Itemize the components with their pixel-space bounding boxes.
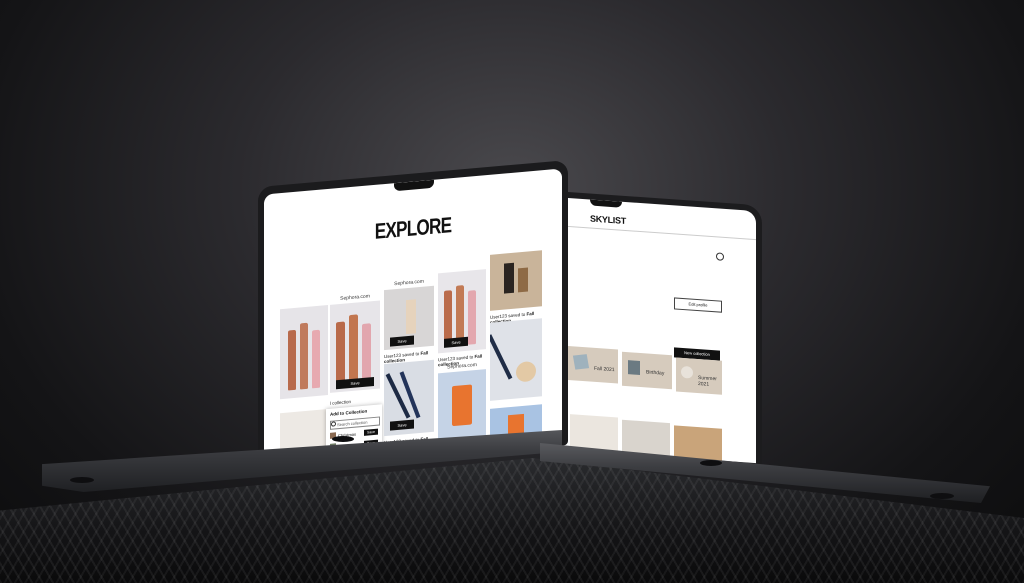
product-tile[interactable]: Save [438,269,486,354]
rubber-foot [70,477,94,483]
collection-thumbnail [681,365,693,379]
lip-gloss-bottle [468,290,476,345]
profile-icon[interactable] [716,252,724,261]
save-button[interactable]: Save [336,376,374,390]
lip-gloss-bottle [362,323,371,381]
lip-gloss-bottle [288,329,296,391]
edit-profile-button[interactable]: Edit profile [674,297,722,313]
header-divider [546,224,756,240]
foundation-bottle [504,262,514,294]
collection-thumbnail [572,354,590,370]
collection-name: Summer 2021 [698,375,717,388]
product-tile[interactable]: Save [384,359,434,437]
collection-card[interactable]: Birthday [622,351,672,390]
save-button[interactable]: Save [390,419,414,431]
right-laptop-screen: SKYLIST Edit profile New collection Fall… [546,196,756,464]
collection-card[interactable]: Fall 2021 [568,345,618,384]
left-laptop-screen: EXPLORE Sephora.com Save l collection Ad… [264,168,562,470]
product-tile[interactable] [280,304,328,400]
product-tile[interactable]: Save [330,300,380,393]
page-title: EXPLORE [374,212,452,244]
rubber-foot [332,436,354,442]
collection-name: Birthday [646,369,665,377]
right-laptop-lid: SKYLIST Edit profile New collection Fall… [540,190,762,471]
foundation-bottle [406,299,416,335]
lip-gloss-bottle [336,321,345,383]
collection-card[interactable]: Summer 2021 [676,357,722,395]
brush [490,334,513,380]
save-button[interactable]: Save [444,336,468,348]
product-tile[interactable] [490,318,542,401]
camera-notch [590,199,622,208]
product-tile[interactable]: Save [384,285,434,351]
rubber-foot [700,460,722,466]
popup-save-button[interactable]: Save [364,428,378,436]
popup-title: Add to Collection [330,408,368,417]
collection-search-input[interactable]: Search collection [330,416,380,430]
camera-notch [394,179,434,192]
collection-name: Fall 2021 [594,365,615,374]
left-laptop-lid: EXPLORE Sephora.com Save l collection Ad… [258,160,568,473]
lip-gloss-bottle [300,322,308,390]
perfume-bottle [452,384,472,427]
save-button[interactable]: Save [390,335,414,347]
product-tile[interactable] [490,250,542,311]
lip-gloss-bottle [312,329,320,389]
collection-thumbnail [628,360,640,375]
powder-compact [516,360,536,383]
rubber-foot [930,493,954,499]
brand-logo[interactable]: SKYLIST [590,213,626,226]
foundation-bottle [518,267,528,293]
lip-gloss-bottle [349,314,358,382]
